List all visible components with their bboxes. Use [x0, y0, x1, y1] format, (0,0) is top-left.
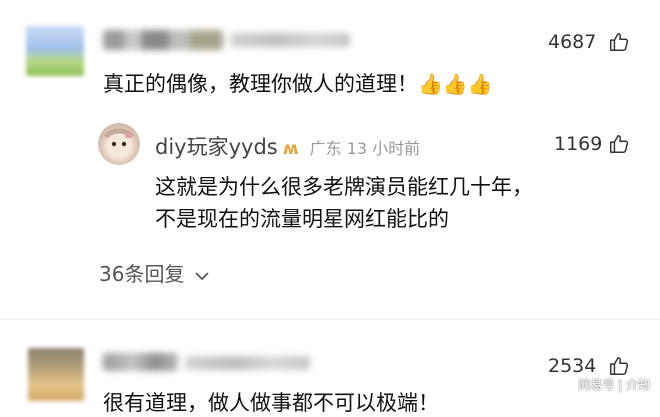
- reply-like-group[interactable]: 1169: [554, 133, 602, 155]
- comment-body: 很有道理，做人做事都不可以极端！: [103, 391, 439, 415]
- divider: [0, 319, 660, 320]
- like-count: 4687: [548, 31, 597, 53]
- commenter-avatar[interactable]: [26, 26, 84, 76]
- thumbs-up-icon[interactable]: [608, 31, 630, 53]
- like-count: 2534: [548, 355, 597, 377]
- commenter-name-blurred[interactable]: [103, 353, 178, 371]
- reply-avatar[interactable]: [98, 123, 140, 165]
- commenter-avatar[interactable]: [28, 348, 84, 401]
- thumbs-up-icon[interactable]: [608, 355, 630, 377]
- comment-text: 很有道理，做人做事都不可以极端！: [103, 387, 439, 417]
- reply-location-time: 广东 13 小时前: [309, 139, 421, 158]
- chevron-down-icon: [195, 272, 209, 281]
- comment-meta-blurred: [185, 356, 310, 370]
- comment-text: 真正的偶像，教理你做人的道理！👍👍👍: [103, 68, 493, 98]
- reply-like-count: 1169: [554, 133, 603, 155]
- watermark: 网易号 | 介知: [578, 378, 650, 392]
- comment-body: 真正的偶像，教理你做人的道理！: [103, 72, 418, 96]
- reply-text-line: 不是现在的流量明星网红能比的: [155, 207, 449, 231]
- more-replies-label: 36条回复: [99, 262, 185, 286]
- like-group[interactable]: 4687: [548, 31, 596, 53]
- like-group[interactable]: 2534: [548, 355, 596, 377]
- reply-header: diy玩家yyds ʍ 广东 13 小时前: [155, 131, 420, 161]
- thumbs-emoji: 👍👍👍: [418, 72, 493, 96]
- vip-badge-icon: ʍ: [282, 139, 299, 159]
- reply-text-line: 这就是为什么很多老牌演员能红几十年，: [155, 175, 533, 199]
- commenter-name-blurred[interactable]: [103, 30, 223, 50]
- reply-text: 这就是为什么很多老牌演员能红几十年， 不是现在的流量明星网红能比的: [155, 171, 533, 235]
- comment-meta-blurred: [230, 33, 350, 47]
- more-replies-link[interactable]: 36条回复: [99, 258, 209, 287]
- reply-username[interactable]: diy玩家yyds: [155, 135, 278, 159]
- thumbs-up-icon[interactable]: [608, 133, 630, 155]
